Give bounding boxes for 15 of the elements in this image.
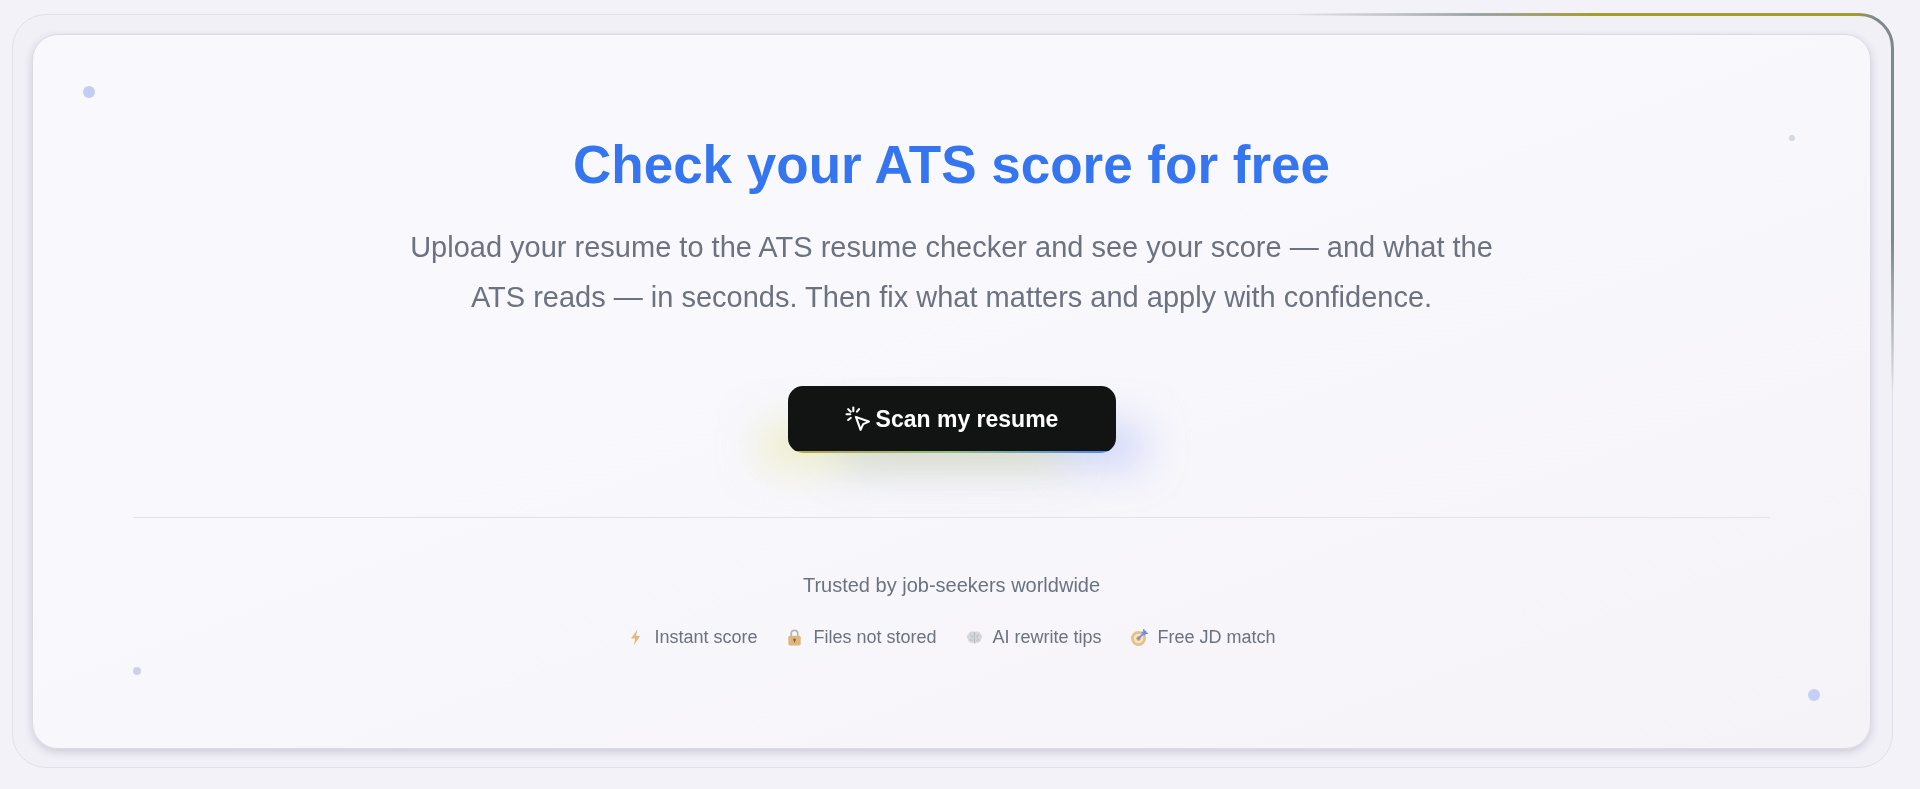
dot-icon	[1808, 689, 1820, 701]
dot-icon	[1789, 135, 1795, 141]
scan-resume-button[interactable]: Scan my resume	[787, 386, 1116, 453]
feature-label: AI rewrite tips	[992, 626, 1102, 649]
dart-target-icon	[1130, 628, 1148, 646]
subtitle-text: Upload your resume to the ATS resume checker and see your score — and what the ATS reads — in seconds. Then fix what matters and apply with confidence.	[409, 230, 1494, 315]
feature-label: Free JD match	[1157, 626, 1276, 649]
padlock-icon	[786, 628, 804, 646]
page-title: Check your ATS score for free	[573, 135, 1330, 195]
trust-caption: Trusted by job-seekers worldwide	[802, 573, 1101, 598]
feature-label: Files not stored	[813, 626, 937, 649]
dot-icon	[133, 667, 141, 675]
feature-label: Instant score	[654, 626, 758, 649]
dot-icon	[83, 86, 95, 98]
cursor-click-icon	[844, 406, 872, 433]
